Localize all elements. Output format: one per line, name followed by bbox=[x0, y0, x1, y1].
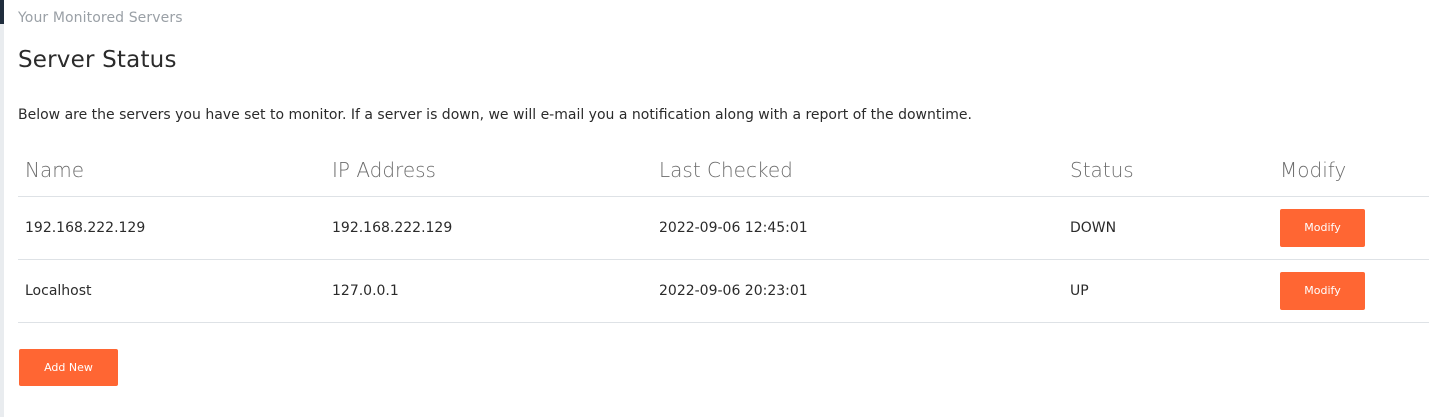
modify-cell: Modify bbox=[1273, 259, 1429, 323]
last-checked-cell: 2022-09-06 12:45:01 bbox=[652, 196, 1063, 260]
modify-button[interactable]: Modify bbox=[1280, 272, 1365, 310]
server-ip-cell: 127.0.0.1 bbox=[325, 259, 652, 323]
server-name-cell: Localhost bbox=[18, 259, 325, 323]
page-title: Server Status bbox=[18, 47, 177, 73]
page: Your Monitored Servers Server Status Bel… bbox=[0, 0, 1429, 417]
sidebar-edge-accent bbox=[0, 0, 4, 24]
last-checked-cell: 2022-09-06 20:23:01 bbox=[652, 259, 1063, 323]
column-header-last-checked: Last Checked bbox=[652, 144, 1063, 197]
page-description: Below are the servers you have set to mo… bbox=[18, 107, 972, 123]
server-status-cell: DOWN bbox=[1063, 196, 1273, 260]
breadcrumb: Your Monitored Servers bbox=[18, 10, 183, 26]
server-ip-cell: 192.168.222.129 bbox=[325, 196, 652, 260]
table-header-row: Name IP Address Last Checked Status Modi… bbox=[18, 144, 1429, 197]
servers-table: Name IP Address Last Checked Status Modi… bbox=[18, 144, 1429, 323]
left-edge-divider bbox=[0, 0, 4, 417]
modify-cell: Modify bbox=[1273, 196, 1429, 260]
server-status-cell: UP bbox=[1063, 259, 1273, 323]
server-name-cell: 192.168.222.129 bbox=[18, 196, 325, 260]
modify-button[interactable]: Modify bbox=[1280, 209, 1365, 247]
column-header-name: Name bbox=[18, 144, 325, 197]
table-row: Localhost 127.0.0.1 2022-09-06 20:23:01 … bbox=[18, 259, 1429, 323]
column-header-modify: Modify bbox=[1273, 144, 1429, 197]
table-row: 192.168.222.129 192.168.222.129 2022-09-… bbox=[18, 196, 1429, 260]
add-new-button[interactable]: Add New bbox=[19, 349, 118, 386]
column-header-status: Status bbox=[1063, 144, 1273, 197]
column-header-ip-address: IP Address bbox=[325, 144, 652, 197]
